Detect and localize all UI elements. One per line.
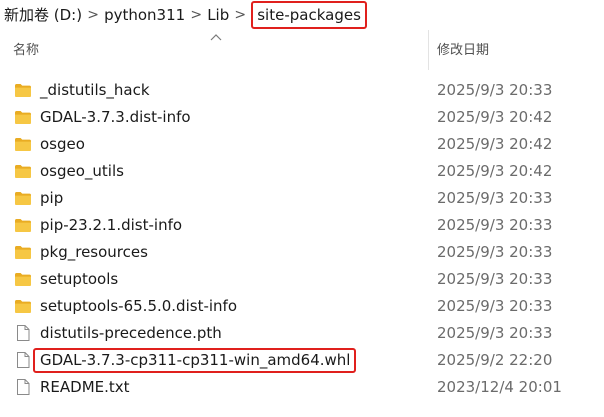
file-list: _distutils_hack 2025/9/3 20:33 GDAL-3.7.3.… [0, 77, 604, 401]
folder-row[interactable]: pip 2025/9/3 20:33 [0, 185, 604, 212]
breadcrumb-item-drive[interactable]: 新加卷 (D:) [4, 4, 82, 26]
column-divider[interactable] [428, 30, 429, 70]
file-date-modified: 2025/9/3 20:42 [437, 162, 553, 180]
folder-icon [14, 108, 32, 126]
file-icon [14, 351, 32, 369]
file-icon [14, 324, 32, 342]
file-name: osgeo_utils [40, 162, 124, 180]
file-row[interactable]: distutils-precedence.pth 2025/9/3 20:33 [0, 320, 604, 347]
folder-row[interactable]: setuptools-65.5.0.dist-info 2025/9/3 20:3… [0, 293, 604, 320]
file-name: setuptools [40, 270, 119, 288]
file-date-modified: 2025/9/3 20:42 [437, 108, 553, 126]
breadcrumb-item-lib[interactable]: Lib [207, 4, 229, 26]
folder-icon [14, 189, 32, 207]
file-row-highlighted[interactable]: GDAL-3.7.3-cp311-cp311-win_amd64.whl 2025… [0, 347, 604, 374]
folder-row[interactable]: setuptools 2025/9/3 20:33 [0, 266, 604, 293]
chevron-right-icon[interactable]: > [229, 4, 251, 26]
file-date-modified: 2023/12/4 20:01 [437, 378, 562, 396]
file-name: GDAL-3.7.3.dist-info [40, 108, 191, 126]
folder-row[interactable]: pip-23.2.1.dist-info 2025/9/3 20:33 [0, 212, 604, 239]
breadcrumb: 新加卷 (D:) > python311 > Lib > site-packag… [0, 0, 604, 29]
file-name: GDAL-3.7.3-cp311-cp311-win_amd64.whl [33, 348, 357, 373]
file-date-modified: 2025/9/3 20:33 [437, 81, 553, 99]
column-header-name[interactable]: 名称 [13, 42, 39, 60]
file-name: pip-23.2.1.dist-info [40, 216, 183, 234]
folder-row[interactable]: osgeo 2025/9/3 20:42 [0, 131, 604, 158]
file-row[interactable]: README.txt 2023/12/4 20:01 [0, 374, 604, 401]
file-date-modified: 2025/9/3 20:33 [437, 324, 553, 342]
file-date-modified: 2025/9/3 20:33 [437, 189, 553, 207]
folder-icon [14, 243, 32, 261]
file-icon [14, 378, 32, 396]
column-header: 名称 修改日期 [0, 30, 604, 70]
file-date-modified: 2025/9/2 22:20 [437, 351, 553, 369]
file-name: _distutils_hack [40, 81, 150, 99]
folder-icon [14, 162, 32, 180]
chevron-right-icon[interactable]: > [82, 4, 104, 26]
file-name: pkg_resources [40, 243, 148, 261]
file-date-modified: 2025/9/3 20:33 [437, 243, 553, 261]
breadcrumb-item-site-packages[interactable]: site-packages [251, 0, 367, 29]
folder-row[interactable]: pkg_resources 2025/9/3 20:33 [0, 239, 604, 266]
folder-icon [14, 81, 32, 99]
folder-icon [14, 135, 32, 153]
file-name: osgeo [40, 135, 85, 153]
breadcrumb-item-python311[interactable]: python311 [104, 4, 185, 26]
file-name: setuptools-65.5.0.dist-info [40, 297, 237, 315]
folder-icon [14, 270, 32, 288]
sort-ascending-icon [210, 34, 222, 41]
file-date-modified: 2025/9/3 20:33 [437, 270, 553, 288]
folder-row[interactable]: _distutils_hack 2025/9/3 20:33 [0, 77, 604, 104]
file-date-modified: 2025/9/3 20:33 [437, 297, 553, 315]
chevron-right-icon[interactable]: > [185, 4, 207, 26]
folder-icon [14, 216, 32, 234]
file-name: README.txt [40, 378, 130, 396]
file-name: pip [40, 189, 64, 207]
folder-row[interactable]: osgeo_utils 2025/9/3 20:42 [0, 158, 604, 185]
folder-icon [14, 297, 32, 315]
file-date-modified: 2025/9/3 20:42 [437, 135, 553, 153]
column-header-date-modified[interactable]: 修改日期 [437, 42, 489, 60]
folder-row[interactable]: GDAL-3.7.3.dist-info 2025/9/3 20:42 [0, 104, 604, 131]
file-name: distutils-precedence.pth [40, 324, 222, 342]
file-date-modified: 2025/9/3 20:33 [437, 216, 553, 234]
